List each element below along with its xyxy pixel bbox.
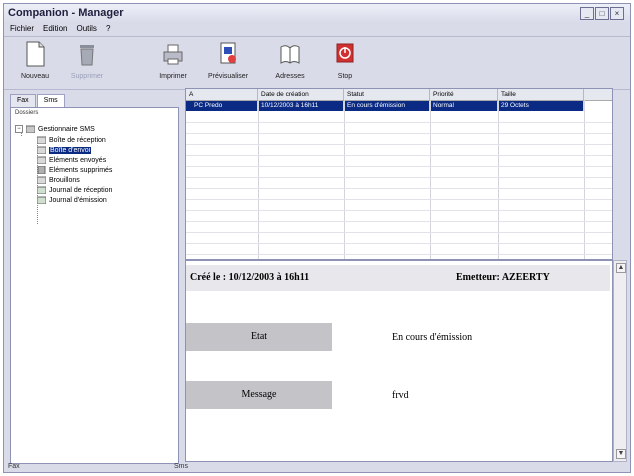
preview-icon — [217, 41, 239, 67]
inbox-icon — [36, 136, 47, 145]
address-book-icon — [279, 41, 301, 67]
menu-bar: Fichier Edition Outils ? — [4, 22, 630, 36]
message-value: frvd — [392, 390, 409, 401]
toolbar: Nouveau Supprimer Imprimer Prévisualiser… — [4, 36, 630, 90]
supprimer-button[interactable]: Supprimer — [62, 41, 112, 80]
nouveau-button[interactable]: Nouveau — [10, 41, 60, 80]
message-label: Message — [186, 381, 332, 409]
trash-icon — [76, 41, 98, 67]
tree-item-outbox[interactable]: Boîte d'envoi — [36, 146, 92, 155]
deleted-items-icon — [37, 165, 46, 175]
printer-icon — [162, 41, 184, 67]
tree-item-inbox[interactable]: Boîte de réception — [36, 136, 106, 145]
cell-status: En cours d'émission — [344, 101, 430, 111]
created-date: Créé le : 10/12/2003 à 16h11 — [190, 272, 310, 283]
receive-log-icon — [36, 186, 47, 195]
title-bar: Companion - Manager _ □ × — [4, 4, 630, 22]
status-mid: Sms — [174, 463, 188, 470]
message-detail: Créé le : 10/12/2003 à 16h11 Emetteur: A… — [185, 260, 613, 462]
scroll-up-icon[interactable]: ▲ — [616, 263, 626, 273]
tree-item-send-log[interactable]: Journal d'émission — [36, 196, 107, 205]
column-priority[interactable]: Priorité — [430, 89, 498, 100]
menu-outils[interactable]: Outils — [76, 22, 96, 36]
folder-tree: Dossiers − Gestionnaire SMS Boîte de réc… — [10, 107, 179, 464]
stop-icon — [334, 41, 356, 67]
maximize-button[interactable]: □ — [595, 7, 609, 20]
adresses-button[interactable]: Adresses — [265, 41, 315, 80]
tree-root[interactable]: − Gestionnaire SMS — [15, 125, 95, 134]
list-header: A Date de création Statut Priorité Taill… — [186, 89, 612, 101]
imprimer-button[interactable]: Imprimer — [148, 41, 198, 80]
tab-sms[interactable]: Sms — [36, 94, 65, 108]
tree-item-deleted[interactable]: Eléments supprimés — [37, 165, 112, 175]
state-value: En cours d'émission — [392, 332, 473, 343]
collapse-toggle[interactable]: − — [15, 125, 23, 133]
send-log-icon — [36, 196, 47, 205]
new-document-icon — [24, 41, 46, 67]
tree-item-receive-log[interactable]: Journal de réception — [36, 186, 112, 195]
scroll-down-icon[interactable]: ▼ — [616, 449, 626, 459]
window-title: Companion - Manager — [8, 7, 124, 19]
menu-fichier[interactable]: Fichier — [10, 22, 34, 36]
message-list: A Date de création Statut Priorité Taill… — [185, 88, 613, 260]
close-button[interactable]: × — [610, 7, 624, 20]
drafts-icon — [36, 176, 47, 185]
menu-help[interactable]: ? — [106, 22, 110, 36]
tree-item-sent[interactable]: Eléments envoyés — [36, 156, 106, 165]
stop-button[interactable]: Stop — [320, 41, 370, 80]
cell-priority: Normal — [430, 101, 498, 111]
cell-size: 29 Octets — [498, 101, 584, 111]
column-status[interactable]: Statut — [344, 89, 430, 100]
app-window: Companion - Manager _ □ × Fichier Editio… — [3, 3, 631, 473]
outbox-icon — [36, 146, 47, 155]
cell-date: 10/12/2003 à 16h11 — [258, 101, 344, 111]
previsualiser-button[interactable]: Prévisualiser — [203, 41, 253, 80]
table-row[interactable]: PC Predo 10/12/2003 à 16h11 En cours d'é… — [186, 101, 584, 111]
detail-scrollbar[interactable]: ▲ ▼ — [613, 260, 627, 462]
sender: Emetteur: AZEERTY — [456, 272, 550, 283]
column-size[interactable]: Taille — [498, 89, 584, 100]
sms-folder-icon — [25, 125, 36, 134]
minimize-button[interactable]: _ — [580, 7, 594, 20]
state-label: Etat — [186, 323, 332, 351]
menu-edition[interactable]: Edition — [43, 22, 67, 36]
tree-item-drafts[interactable]: Brouillons — [36, 176, 80, 185]
column-a[interactable]: A — [186, 89, 258, 100]
column-date[interactable]: Date de création — [258, 89, 344, 100]
status-left: Fax — [8, 463, 20, 470]
sent-items-icon — [36, 156, 47, 165]
window-controls: _ □ × — [580, 7, 624, 20]
tab-fax[interactable]: Fax — [10, 94, 36, 108]
tab-strip: Fax Sms — [10, 94, 66, 108]
tree-header: Dossiers — [15, 110, 39, 116]
status-bar: Fax Sms — [4, 462, 630, 472]
cell-recipient: PC Predo — [186, 101, 258, 111]
